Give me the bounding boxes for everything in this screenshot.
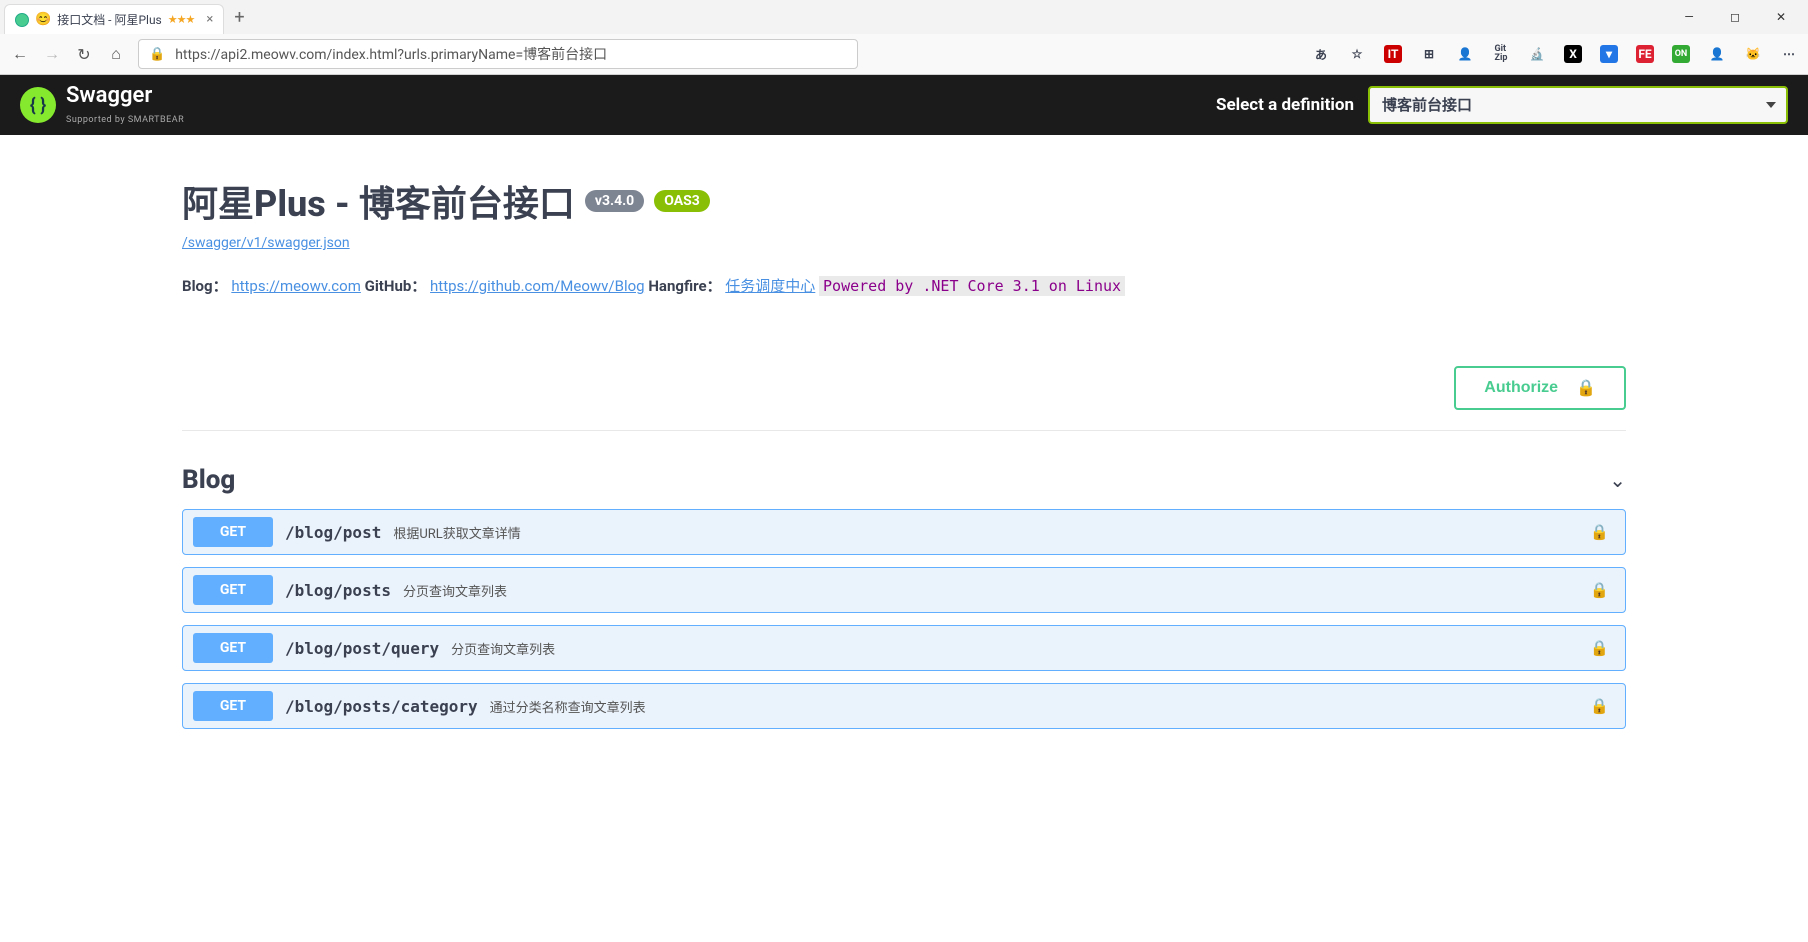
swagger-logo-icon: { } [20,87,56,123]
more-icon[interactable]: ⋯ [1780,45,1798,63]
tab-title: 接口文档 - 阿星Plus [57,11,162,28]
star-icon: ★★★ [168,13,195,26]
blog-link[interactable]: https://meowv.com [231,277,361,295]
logo-text: Swagger [66,85,184,107]
definition-select[interactable]: 博客前台接口 [1368,86,1788,124]
op-desc: 分页查询文章列表 [403,581,507,600]
address-bar[interactable]: 🔒 https://api2.meowv.com/index.html?urls… [138,39,858,69]
home-icon[interactable]: ⌂ [106,44,126,64]
close-icon[interactable]: ✕ [1758,10,1804,24]
ext-on-icon[interactable]: ON [1672,45,1690,63]
oas-badge: OAS3 [654,190,710,212]
ext-icon-c[interactable]: 👤 [1708,45,1726,63]
minimize-icon[interactable]: — [1666,10,1712,24]
opblock[interactable]: GET /blog/posts 分页查询文章列表 🔒 [182,567,1626,613]
opblock[interactable]: GET /blog/post/query 分页查询文章列表 🔒 [182,625,1626,671]
lock-icon[interactable]: 🔒 [1590,581,1615,599]
ext-fe-icon[interactable]: FE [1636,45,1654,63]
tab-bar: 😊 接口文档 - 阿星Plus ★★★ × + — ◻ ✕ [0,0,1808,34]
api-info: 阿星Plus - 博客前台接口 v3.4.0 OAS3 /swagger/v1/… [182,135,1626,326]
op-desc: 分页查询文章列表 [451,639,555,658]
tag-name: Blog [182,465,235,495]
method-badge: GET [193,517,273,547]
chevron-down-icon: ⌄ [1609,468,1626,492]
op-path: /blog/posts/category [285,697,478,716]
method-badge: GET [193,633,273,663]
new-tab-button[interactable]: + [224,7,254,28]
hangfire-label: Hangfire： [648,277,721,295]
version-badge: v3.4.0 [585,190,644,212]
ext-icon-a[interactable]: 👤 [1456,45,1474,63]
lock-icon[interactable]: 🔒 [1590,697,1615,715]
gitzip-icon[interactable]: GitZip [1492,45,1510,63]
swagger-topbar: { } Swagger Supported by SMARTBEAR Selec… [0,75,1808,135]
profile-icon[interactable]: 🐱 [1744,45,1762,63]
lock-icon: 🔒 [149,47,165,62]
authorize-label: Authorize [1484,379,1558,397]
refresh-icon[interactable]: ↻ [74,45,94,64]
logo-subtext: Supported by SMARTBEAR [66,115,184,125]
blog-label: Blog： [182,277,228,295]
swagger-json-link[interactable]: /swagger/v1/swagger.json [182,235,350,251]
swagger-logo[interactable]: { } Swagger Supported by SMARTBEAR [20,85,184,126]
nav-bar: ← → ↻ ⌂ 🔒 https://api2.meowv.com/index.h… [0,34,1808,74]
opblock[interactable]: GET /blog/post 根据URL获取文章详情 🔒 [182,509,1626,555]
tag-header-blog[interactable]: Blog ⌄ [182,451,1626,509]
ext-icon-b[interactable]: 🔬 [1528,45,1546,63]
lock-icon: 🔒 [1576,378,1596,398]
browser-chrome: 😊 接口文档 - 阿星Plus ★★★ × + — ◻ ✕ ← → ↻ ⌂ 🔒 … [0,0,1808,75]
ext-blue-icon[interactable]: ▾ [1600,45,1618,63]
window-controls: — ◻ ✕ [1666,10,1804,24]
github-label: GitHub： [365,277,427,295]
method-badge: GET [193,691,273,721]
definition-label: Select a definition [1216,95,1354,115]
tab-emoji: 😊 [35,12,51,27]
ext-x-icon[interactable]: X [1564,45,1582,63]
tab-close-icon[interactable]: × [206,12,213,27]
powered-by: Powered by .NET Core 3.1 on Linux [819,276,1125,296]
forward-icon[interactable]: → [42,44,62,64]
op-path: /blog/post/query [285,639,439,658]
back-icon[interactable]: ← [10,44,30,64]
qr-icon[interactable]: ⊞ [1420,45,1438,63]
operations-list: GET /blog/post 根据URL获取文章详情 🔒 GET /blog/p… [182,509,1626,729]
section-separator [182,430,1626,431]
op-path: /blog/posts [285,581,391,600]
method-badge: GET [193,575,273,605]
op-desc: 通过分类名称查询文章列表 [490,697,646,716]
url-text: https://api2.meowv.com/index.html?urls.p… [175,44,607,64]
browser-tab[interactable]: 😊 接口文档 - 阿星Plus ★★★ × [4,4,224,34]
authorize-button[interactable]: Authorize 🔒 [1454,366,1626,410]
hangfire-link[interactable]: 任务调度中心 [725,277,815,295]
ext-it-icon[interactable]: IT [1384,45,1402,63]
opblock[interactable]: GET /blog/posts/category 通过分类名称查询文章列表 🔒 [182,683,1626,729]
lock-icon[interactable]: 🔒 [1590,523,1615,541]
api-title: 阿星Plus - 博客前台接口 [182,175,575,227]
op-desc: 根据URL获取文章详情 [393,523,520,542]
favorite-icon[interactable]: ☆ [1348,45,1366,63]
lock-icon[interactable]: 🔒 [1590,639,1615,657]
op-path: /blog/post [285,523,381,542]
maximize-icon[interactable]: ◻ [1712,10,1758,24]
github-link[interactable]: https://github.com/Meowv/Blog [430,277,645,295]
translate-icon[interactable]: あ [1312,45,1330,63]
tab-favicon [15,13,29,27]
extension-icons: あ ☆ IT ⊞ 👤 GitZip 🔬 X ▾ FE ON 👤 🐱 ⋯ [1312,45,1798,63]
